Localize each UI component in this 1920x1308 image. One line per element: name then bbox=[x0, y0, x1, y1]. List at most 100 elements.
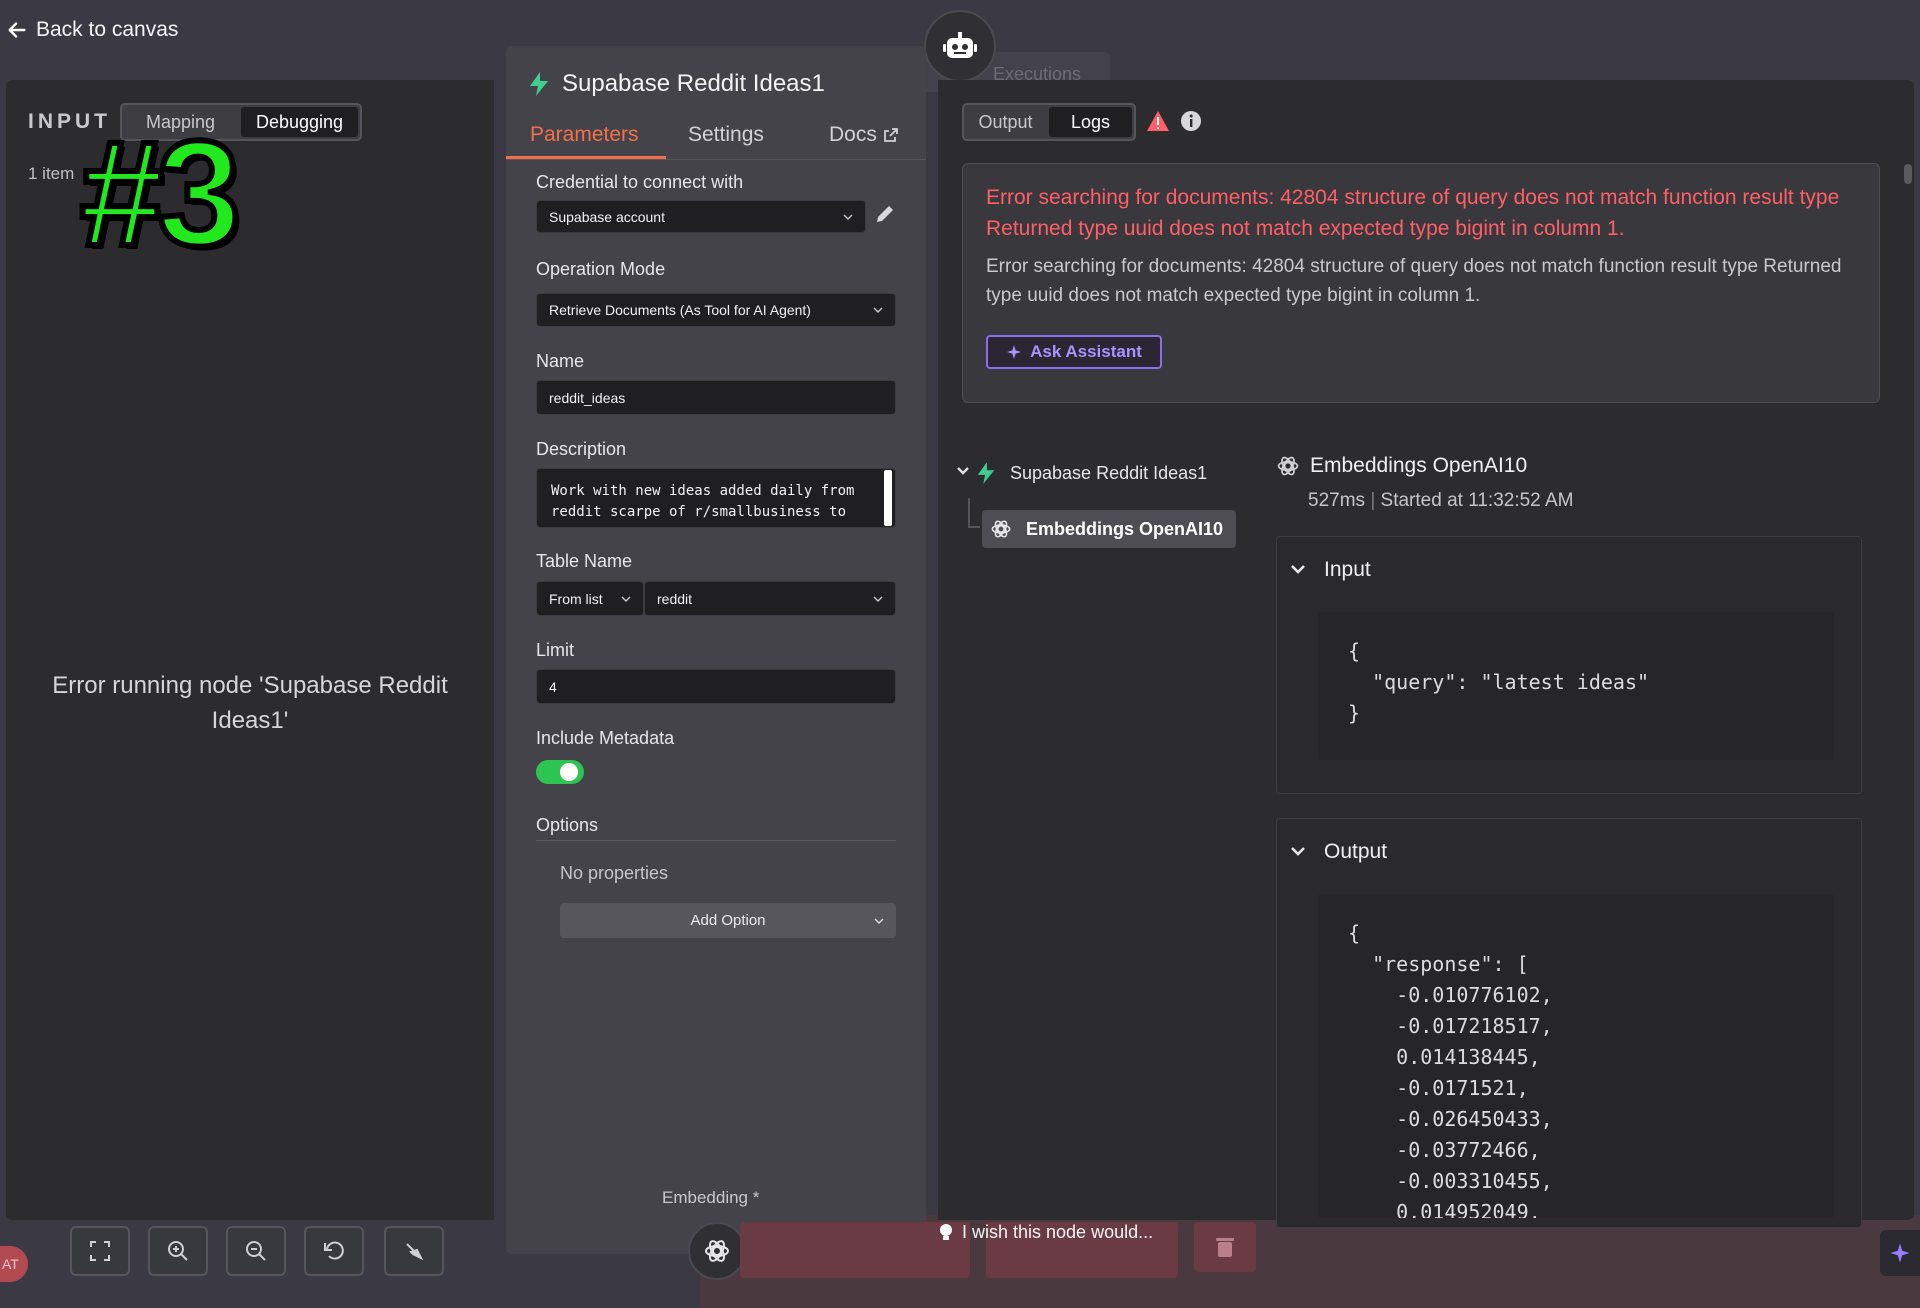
add-option-label: Add Option bbox=[690, 912, 766, 929]
json-line: } bbox=[1348, 701, 1361, 725]
reset-zoom-button[interactable] bbox=[304, 1226, 364, 1276]
table-mode-value: From list bbox=[549, 590, 603, 607]
error-title: Error searching for documents: 42804 str… bbox=[986, 186, 1840, 240]
openai-icon bbox=[1277, 456, 1299, 476]
input-item-count: 1 item bbox=[28, 164, 75, 183]
chevron-down-icon bbox=[843, 214, 853, 220]
json-line: "response": [ bbox=[1348, 952, 1529, 976]
fit-view-button[interactable] bbox=[70, 1226, 130, 1276]
include-metadata-label: Include Metadata bbox=[536, 728, 675, 748]
description-scrollbar[interactable] bbox=[884, 470, 892, 526]
output-mode-toggle: Output Logs bbox=[962, 103, 1136, 141]
json-line: "query": "latest ideas" bbox=[1348, 670, 1650, 694]
tab-docs[interactable]: Docs bbox=[829, 123, 899, 147]
docs-label: Docs bbox=[829, 123, 877, 146]
wish-text: I wish this node would... bbox=[962, 1222, 1154, 1242]
log-output-json: { "response": [ -0.010776102, -0.0172185… bbox=[1318, 894, 1834, 1218]
description-textarea[interactable]: Work with new ideas added daily from red… bbox=[536, 468, 896, 528]
credential-value: Supabase account bbox=[549, 208, 665, 225]
tree-connector-line bbox=[968, 498, 980, 528]
json-line: 0.014138445, bbox=[1348, 1045, 1541, 1069]
operation-mode-select[interactable]: Retrieve Documents (As Tool for AI Agent… bbox=[536, 293, 896, 327]
output-mode-button[interactable]: Output bbox=[964, 105, 1047, 139]
broom-icon bbox=[406, 1243, 424, 1261]
zoom-out-icon bbox=[246, 1241, 266, 1261]
log-detail-title: Embeddings OpenAI10 bbox=[1310, 454, 1528, 477]
overlay-number-badge: #3 bbox=[77, 109, 244, 277]
credential-label: Credential to connect with bbox=[536, 172, 744, 192]
table-name-value: reddit bbox=[657, 590, 693, 607]
embedding-connector-label: Embedding * bbox=[662, 1188, 760, 1207]
back-to-canvas-link[interactable]: Back to canvas bbox=[6, 14, 178, 46]
table-mode-select[interactable]: From list bbox=[536, 581, 644, 616]
chevron-down-icon bbox=[621, 596, 631, 602]
log-tree-node-label: Embeddings OpenAI10 bbox=[1026, 518, 1224, 539]
log-duration: 527ms bbox=[1308, 490, 1366, 511]
edit-pencil-icon[interactable] bbox=[874, 203, 896, 225]
info-icon[interactable] bbox=[1180, 110, 1202, 132]
output-scrollbar[interactable] bbox=[1904, 164, 1912, 184]
log-tree-node-embeddings[interactable]: Embeddings OpenAI10 bbox=[982, 510, 1236, 548]
name-value: reddit_ideas bbox=[549, 389, 626, 406]
ai-agent-node-button[interactable] bbox=[924, 10, 996, 82]
feedback-wish-bar[interactable]: I wish this node would... bbox=[938, 1222, 1153, 1243]
json-line: -0.017218517, bbox=[1348, 1014, 1553, 1038]
robot-icon bbox=[943, 32, 977, 58]
lightbulb-icon bbox=[940, 1223, 952, 1240]
log-tree-node-supabase[interactable]: Supabase Reddit Ideas1 bbox=[976, 462, 1207, 484]
tab-parameters[interactable]: Parameters bbox=[530, 123, 639, 147]
name-input[interactable]: reddit_ideas bbox=[536, 380, 896, 415]
log-output-label: Output bbox=[1324, 840, 1388, 863]
add-option-button[interactable]: Add Option bbox=[560, 903, 896, 938]
embedding-sub-node-button[interactable] bbox=[688, 1222, 746, 1280]
json-line: -0.03772466, bbox=[1348, 1138, 1541, 1162]
arrow-left-icon bbox=[8, 22, 26, 38]
json-line: -0.003310455, bbox=[1348, 1169, 1553, 1193]
trash-icon bbox=[1216, 1238, 1234, 1257]
toggle-knob bbox=[560, 763, 578, 781]
name-label: Name bbox=[536, 351, 585, 371]
options-label: Options bbox=[536, 815, 599, 835]
ask-assistant-label: Ask Assistant bbox=[1030, 342, 1142, 361]
json-line: -0.0171521, bbox=[1348, 1076, 1529, 1100]
tidy-up-button[interactable] bbox=[384, 1226, 444, 1276]
options-divider bbox=[536, 840, 896, 841]
sparkle-icon bbox=[1890, 1243, 1910, 1263]
collapse-chevron-icon[interactable] bbox=[956, 466, 970, 476]
supabase-bolt-icon bbox=[977, 462, 995, 484]
chevron-down-icon bbox=[1291, 565, 1305, 574]
zoom-in-button[interactable] bbox=[148, 1226, 208, 1276]
operation-mode-label: Operation Mode bbox=[536, 259, 666, 279]
json-line: { bbox=[1348, 639, 1361, 663]
table-name-select[interactable]: reddit bbox=[644, 581, 896, 616]
description-line-1: Work with new ideas added daily from bbox=[551, 483, 855, 499]
table-name-label: Table Name bbox=[536, 551, 633, 571]
undo-icon bbox=[324, 1241, 344, 1260]
json-line: -0.010776102, bbox=[1348, 983, 1553, 1007]
warning-icon[interactable] bbox=[1146, 110, 1170, 132]
assistant-sparkle-button[interactable] bbox=[1880, 1230, 1920, 1276]
zoom-in-icon bbox=[168, 1241, 188, 1261]
limit-input[interactable]: 4 bbox=[536, 669, 896, 704]
ask-assistant-button[interactable]: Ask Assistant bbox=[986, 335, 1162, 369]
error-description: Error searching for documents: 42804 str… bbox=[986, 256, 1842, 306]
log-tree-node-label: Supabase Reddit Ideas1 bbox=[1010, 462, 1208, 483]
tab-settings[interactable]: Settings bbox=[688, 123, 764, 147]
zoom-out-button[interactable] bbox=[226, 1226, 286, 1276]
json-line: -0.026450433, bbox=[1348, 1107, 1553, 1131]
log-input-header[interactable]: Input bbox=[1290, 558, 1371, 582]
delete-button[interactable] bbox=[1194, 1222, 1256, 1272]
json-line: { bbox=[1348, 921, 1361, 945]
parameter-tabs: Parameters Settings Docs bbox=[506, 118, 926, 160]
node-title: Supabase Reddit Ideas1 bbox=[562, 70, 825, 97]
debugging-mode-button[interactable]: Debugging bbox=[241, 107, 358, 137]
logs-mode-button[interactable]: Logs bbox=[1049, 107, 1132, 137]
json-line: 0.014952049, bbox=[1348, 1200, 1541, 1218]
input-error-message: Error running node 'Supabase Reddit Idea… bbox=[52, 672, 448, 734]
log-input-json: { "query": "latest ideas"} bbox=[1318, 612, 1834, 760]
log-detail-meta: 527ms | Started at 11:32:52 AM bbox=[1308, 490, 1573, 512]
credential-select[interactable]: Supabase account bbox=[536, 200, 866, 233]
canvas-action-button bbox=[740, 1222, 970, 1278]
log-output-header[interactable]: Output bbox=[1290, 840, 1387, 864]
sparkle-icon bbox=[1007, 345, 1022, 359]
